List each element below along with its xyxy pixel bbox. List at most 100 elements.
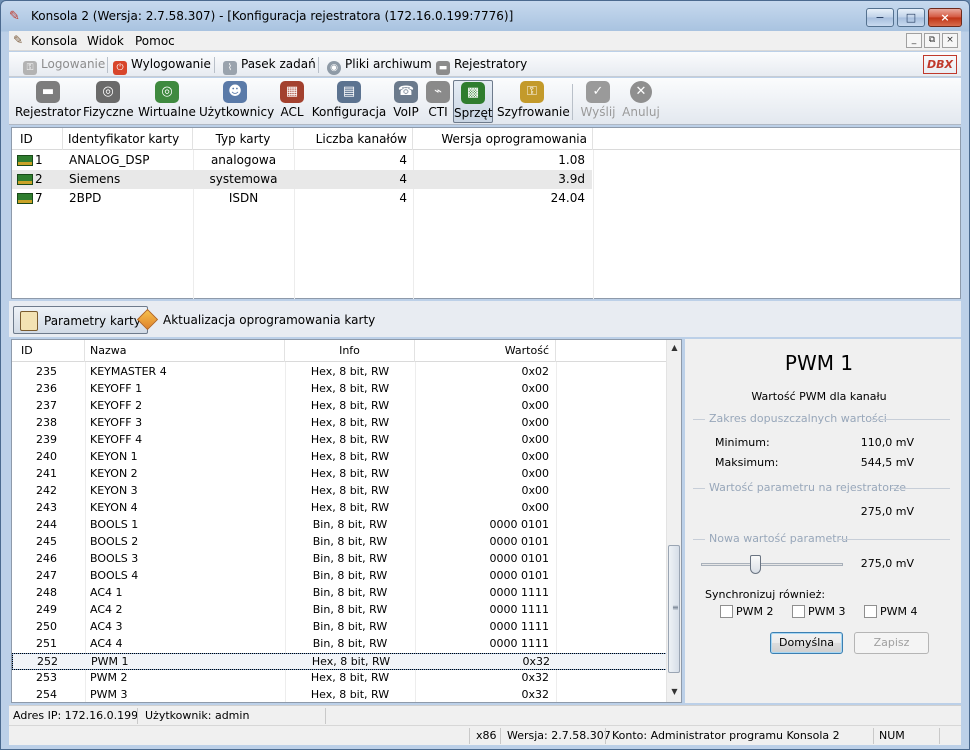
login-button[interactable]: ⚿ Logowanie [23,56,105,75]
parameter-row[interactable]: 250 AC4 3 Bin, 8 bit, RW 0000 1111 [12,619,667,636]
close-button[interactable]: × [928,8,962,27]
col-header-card-id[interactable]: Identyfikator karty [63,128,193,150]
parameter-row[interactable]: 247 BOOLS 4 Bin, 8 bit, RW 0000 0101 [12,568,667,585]
col-header-param-value[interactable]: Wartość [415,340,556,362]
param-info: Hex, 8 bit, RW [310,671,390,684]
sync-pwm3-checkbox[interactable]: PWM 3 [792,605,846,619]
menu-pomoc[interactable]: Pomoc [135,34,175,48]
maximize-button[interactable]: □ [897,8,925,27]
col-header-param-id[interactable]: ID [12,340,85,362]
taskbar-button[interactable]: ⌇ Pasek zadań [223,56,316,75]
tab-parameters[interactable]: Parametry karty [13,306,148,334]
menu-widok[interactable]: Widok [87,34,124,48]
col-header-card-type[interactable]: Typ karty [193,128,294,150]
scroll-thumb[interactable]: ≡ [668,545,680,673]
param-info: Hex, 8 bit, RW [310,688,390,701]
menu-konsola[interactable]: Konsola [31,34,78,48]
col-header-param-info[interactable]: Info [285,340,415,362]
checkbox-box[interactable] [720,605,733,618]
sync-pwm4-checkbox[interactable]: PWM 4 [864,605,918,619]
sync-pwm2-checkbox[interactable]: PWM 2 [720,605,774,619]
param-id: 248 [36,586,57,599]
title-bar[interactable]: ✎ Konsola 2 (Wersja: 2.7.58.307) - [Konf… [1,1,969,31]
param-info: Hex, 8 bit, RW [310,365,390,378]
param-name: PWM 2 [90,671,128,684]
parameter-row[interactable]: 235 KEYMASTER 4 Hex, 8 bit, RW 0x02 [12,364,667,381]
toolbar-button-rejestrator[interactable]: ▬ Rejestrator [13,80,83,123]
checkbox-label: PWM 4 [880,605,918,618]
parameter-row[interactable]: 241 KEYON 2 Hex, 8 bit, RW 0x00 [12,466,667,483]
parameter-row-selected[interactable]: 252 PWM 1 Hex, 8 bit, RW 0x32 [12,653,667,670]
value-slider-thumb[interactable] [749,555,761,574]
param-info: Hex, 8 bit, RW [310,433,390,446]
param-id: 236 [36,382,57,395]
parameter-row[interactable]: 243 KEYON 4 Hex, 8 bit, RW 0x00 [12,500,667,517]
mdi-restore-button[interactable]: ⧉ [924,33,940,48]
col-header-channels[interactable]: Liczba kanałów [294,128,413,150]
status-num: NUM [879,729,905,742]
parameter-row[interactable]: 245 BOOLS 2 Bin, 8 bit, RW 0000 0101 [12,534,667,551]
parameter-row[interactable]: 246 BOOLS 3 Bin, 8 bit, RW 0000 0101 [12,551,667,568]
default-button[interactable]: Domyślna [770,632,843,654]
archive-files-button[interactable]: ◉ Pliki archiwum [327,56,432,75]
tab-firmware-update[interactable]: Aktualizacja oprogramowania karty [135,306,375,334]
current-value: 275,0 mV [860,505,914,518]
value-slider-track[interactable] [701,563,843,566]
scroll-down-arrow-icon[interactable]: ▼ [667,684,681,699]
save-button[interactable]: Zapisz [854,632,929,654]
toolbar-button-cti[interactable]: ⌁ CTI [425,80,451,123]
param-info: Hex, 8 bit, RW [310,501,390,514]
card-id: 2 [35,172,43,186]
mdi-minimize-button[interactable]: _ [906,33,922,48]
parameter-row[interactable]: 239 KEYOFF 4 Hex, 8 bit, RW 0x00 [12,432,667,449]
mdi-close-button[interactable]: × [942,33,958,48]
parameter-row[interactable]: 251 AC4 4 Bin, 8 bit, RW 0000 1111 [12,636,667,653]
toolbar-separator [318,57,319,73]
toolbar-button-acl[interactable]: ▦ ACL [275,80,309,123]
parameter-row[interactable]: 248 AC4 1 Bin, 8 bit, RW 0000 1111 [12,585,667,602]
card-row[interactable]: 1 ANALOG_DSP analogowa 4 1.08 [12,151,592,170]
toolbar-button-wirtualne[interactable]: ◎ Wirtualne [137,80,197,123]
parameter-row[interactable]: 238 KEYOFF 3 Hex, 8 bit, RW 0x00 [12,415,667,432]
toolbar-button-voip[interactable]: ☎ VoIP [389,80,423,123]
toolbar-button-szyfrowanie[interactable]: ⚿ Szyfrowanie [497,80,570,123]
logout-button[interactable]: ⏻ Wylogowanie [113,56,211,75]
toolbar-button-konfiguracja[interactable]: ▤ Konfiguracja [311,80,387,123]
param-id: 245 [36,535,57,548]
toolbar-button-anuluj[interactable]: ✕ Anuluj [621,80,661,123]
minimize-button[interactable]: − [866,8,894,27]
toolbar-button-uzytkownicy[interactable]: ☻ Użytkownicy [199,80,274,123]
toolbar-button-sprzet[interactable]: ▩ Sprzęt [453,80,493,123]
scroll-up-arrow-icon[interactable]: ▲ [667,340,681,355]
parameter-row[interactable]: 253 PWM 2 Hex, 8 bit, RW 0x32 [12,670,667,687]
minimum-value: 110,0 mV [860,436,914,449]
parameter-row[interactable]: 244 BOOLS 1 Bin, 8 bit, RW 0000 0101 [12,517,667,534]
col-header-param-name[interactable]: Nazwa [85,340,285,362]
param-name: KEYON 4 [90,501,138,514]
status-account: Konto: Administrator programu Konsola 2 [612,729,840,742]
parameter-row[interactable]: 249 AC4 2 Bin, 8 bit, RW 0000 1111 [12,602,667,619]
param-id: 250 [36,620,57,633]
parameter-row[interactable]: 240 KEYON 1 Hex, 8 bit, RW 0x00 [12,449,667,466]
recorder-small-icon: ▬ [436,61,450,75]
checkbox-box[interactable] [864,605,877,618]
parameter-row[interactable]: 242 KEYON 3 Hex, 8 bit, RW 0x00 [12,483,667,500]
param-name: KEYOFF 2 [90,399,143,412]
parameter-row[interactable]: 236 KEYOFF 1 Hex, 8 bit, RW 0x00 [12,381,667,398]
toolbar-button-fizyczne[interactable]: ◎ Fizyczne [83,80,134,123]
card-name: Siemens [69,172,121,186]
physical-channels-icon: ◎ [96,81,120,103]
status-user: Użytkownik: admin [145,709,250,722]
card-row[interactable]: 7 2BPD ISDN 4 24.04 [12,189,592,208]
parameter-row[interactable]: 237 KEYOFF 2 Hex, 8 bit, RW 0x00 [12,398,667,415]
recorders-button[interactable]: ▬ Rejestratory [436,56,527,75]
param-value: 0000 0101 [489,552,550,565]
col-header-firmware[interactable]: Wersja oprogramowania [413,128,593,150]
checkbox-box[interactable] [792,605,805,618]
parameter-row[interactable]: 254 PWM 3 Hex, 8 bit, RW 0x32 [12,687,667,702]
toolbar-button-wyslij[interactable]: ✓ Wyślij [579,80,617,123]
col-header-id[interactable]: ID [12,128,63,150]
card-row-selected[interactable]: 2 Siemens systemowa 4 3.9d [12,170,592,189]
param-info: Bin, 8 bit, RW [312,620,388,633]
vertical-scrollbar[interactable]: ▲ ≡ ▼ [666,340,681,702]
